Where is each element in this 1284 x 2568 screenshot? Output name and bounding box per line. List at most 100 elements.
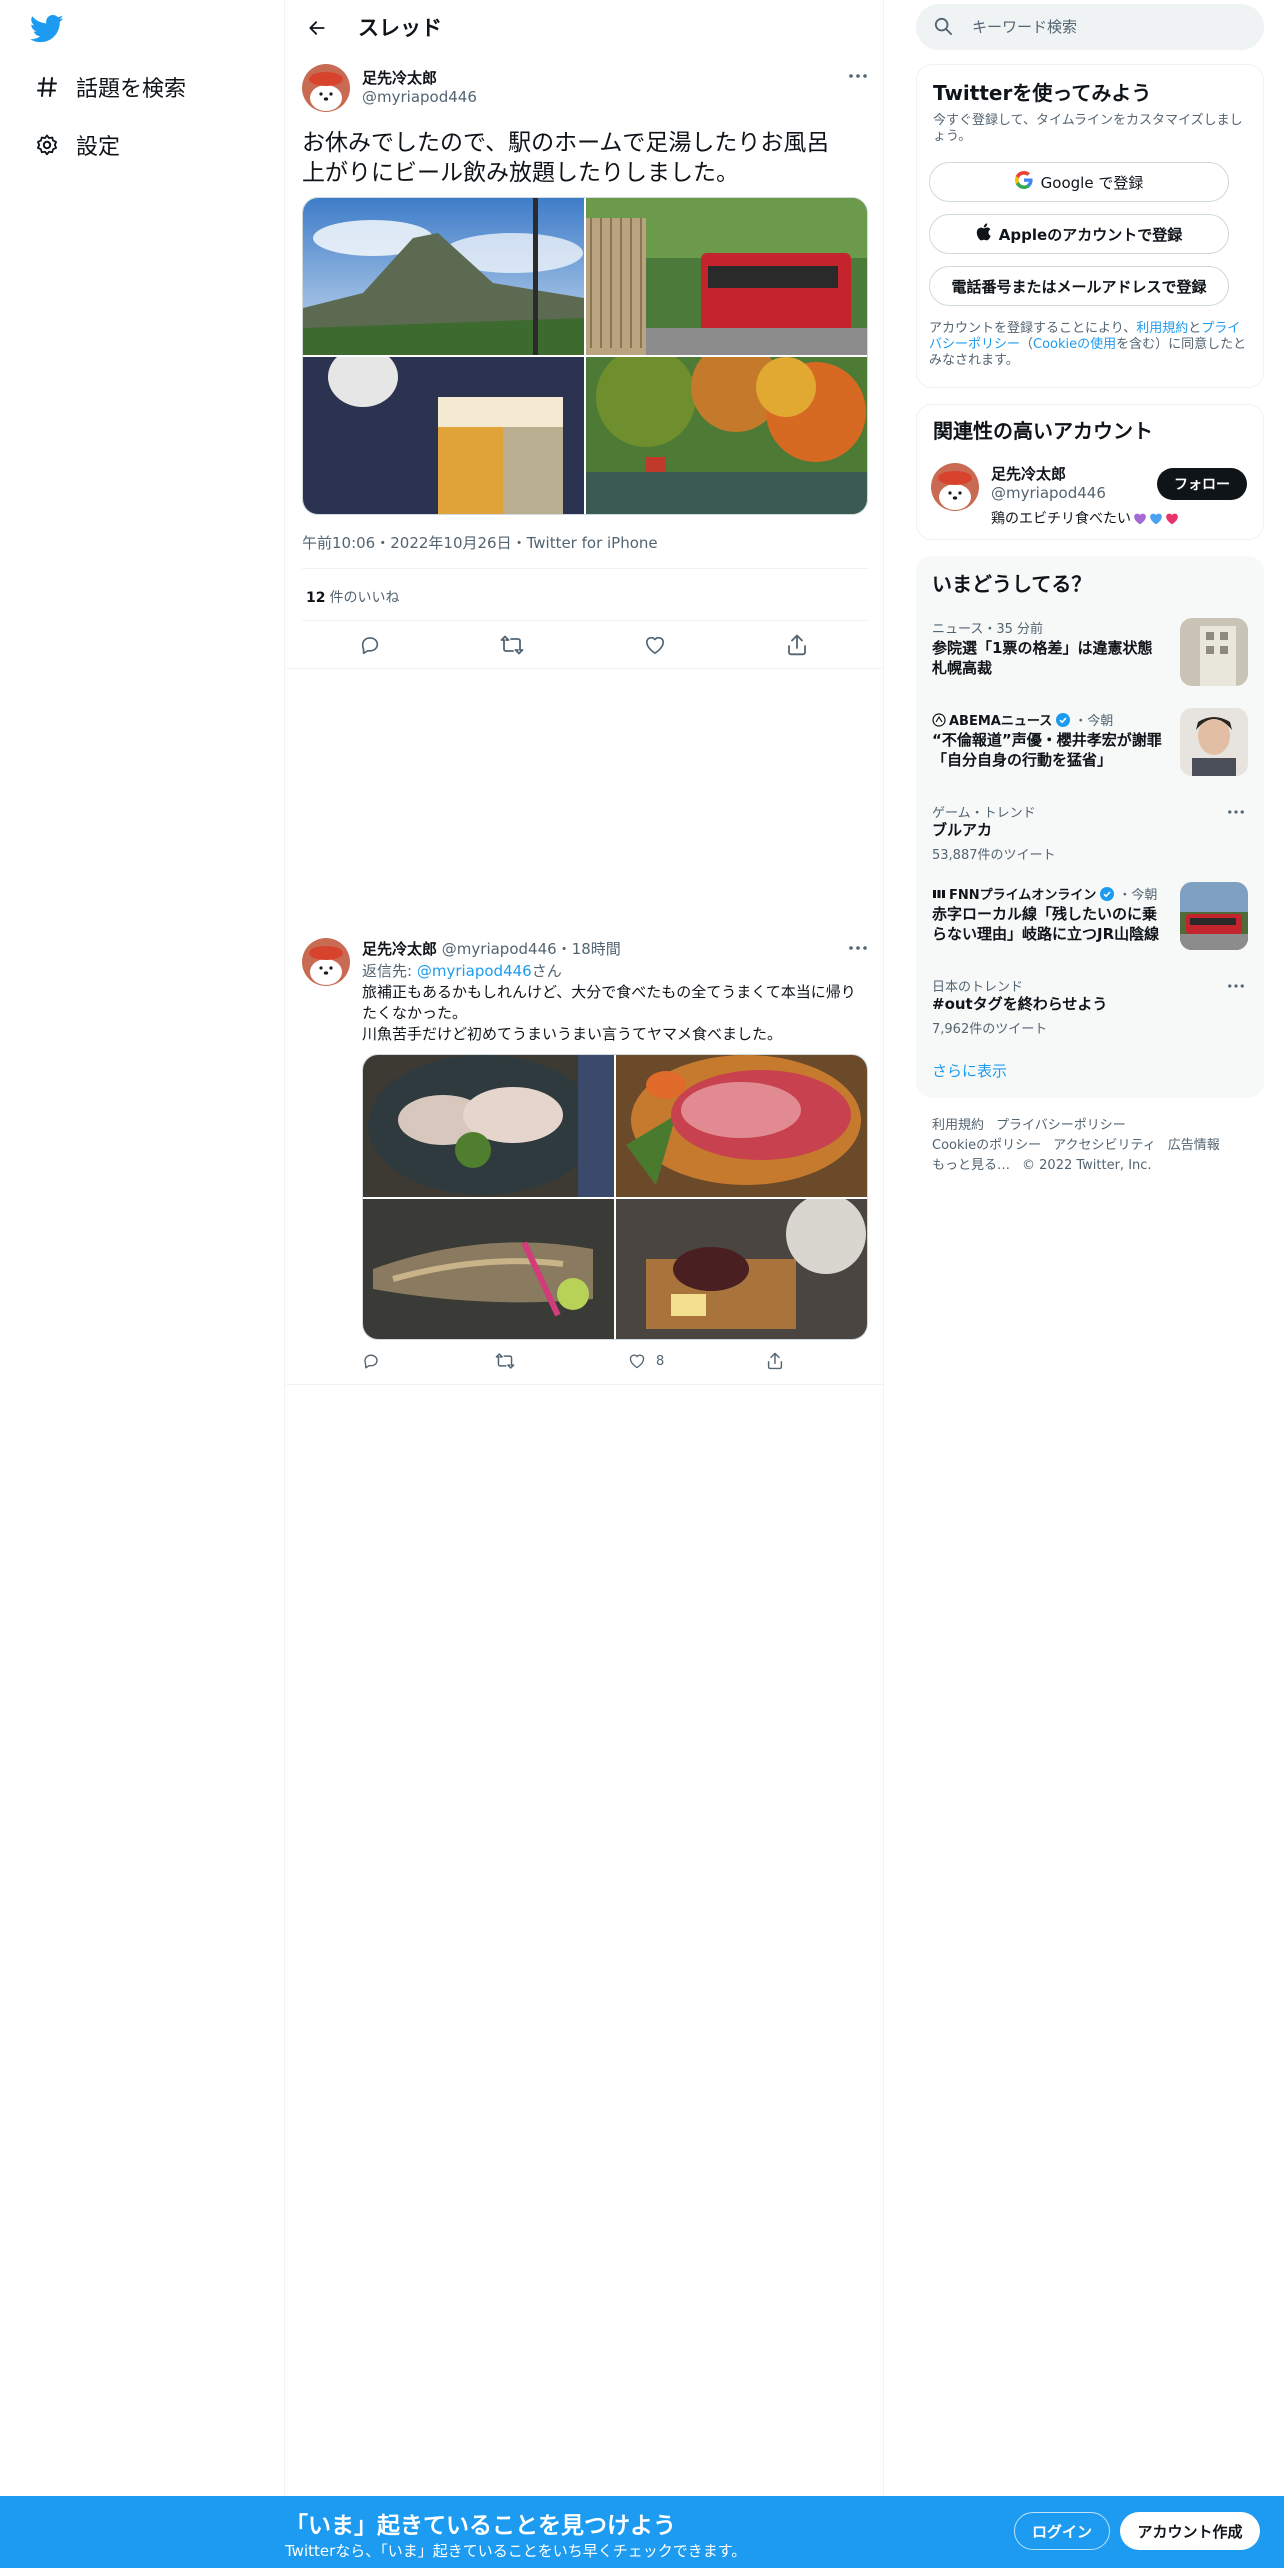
follow-button[interactable]: フォロー [1157, 468, 1247, 500]
retweet-icon[interactable] [495, 628, 529, 662]
trend-title-line: 参院選「1票の格差」は違憲状態 [932, 639, 1153, 657]
grilled-fish-photo[interactable] [363, 1199, 614, 1339]
trend-source: ABEMAニュース [949, 714, 1053, 729]
footer-link[interactable]: 利用規約 [932, 1118, 984, 1133]
share-icon[interactable] [780, 628, 814, 662]
reply-time: ・18時間 [556, 940, 621, 958]
reply-button[interactable] [362, 1349, 390, 1373]
related-account-name[interactable]: 足先冷太郎 [991, 463, 1066, 484]
trend-thumbnail [1180, 708, 1248, 776]
like-icon[interactable] [638, 628, 672, 662]
apple-icon [976, 223, 991, 245]
like-button[interactable]: 8 [628, 1349, 664, 1373]
reply-text-line: 川魚苦手だけど初めてうまいうまい言うてヤマメ食べました。 [362, 1025, 783, 1043]
trends-card-title: いまどうしてる？ [932, 572, 1092, 596]
reply-author-line[interactable]: 足先冷太郎 @myriapod446・18時間 [362, 938, 621, 959]
back-arrow-icon[interactable] [300, 11, 334, 45]
retweet-icon [495, 1353, 515, 1369]
reply-suffix: さん [531, 962, 562, 980]
search-box[interactable] [916, 4, 1264, 50]
author-name[interactable]: 足先冷太郎 [362, 67, 437, 88]
google-icon [1014, 171, 1033, 193]
trend-title: 参院選「1票の格差」は違憲状態 札幌高裁 [932, 638, 1152, 678]
legal-open: （ [1020, 337, 1034, 352]
reply-text-line: 旅補正もあるかもしれんけど、大分で食べたもの全てうまくて本当に帰り [362, 983, 856, 1001]
more-options-icon[interactable] [844, 66, 872, 86]
search-input[interactable] [972, 4, 1252, 50]
phone-signup-label: 電話番号またはメールアドレスで登録 [951, 277, 1207, 296]
raw-beef-photo[interactable] [616, 1055, 867, 1197]
apple-signup-button[interactable]: Appleのアカウントで登録 [929, 214, 1229, 254]
more-options-icon[interactable] [1222, 802, 1250, 822]
like-icon [629, 1354, 645, 1369]
verified-badge-icon [1056, 712, 1071, 727]
footer-link[interactable]: プライバシーポリシー [996, 1118, 1126, 1133]
nav-explore[interactable]: 話題を検索 [30, 65, 186, 109]
google-signup-button[interactable]: Google で登録 [929, 162, 1229, 202]
bio-text: 鶏のエビチリ食べたい [991, 511, 1131, 527]
footer-links: 利用規約 プライバシーポリシー Cookieのポリシー アクセシビリティ 広告情報 も… [932, 1116, 1252, 1176]
trend-time: ・今朝 [1118, 888, 1158, 903]
author-handle: @myriapod446 [441, 940, 557, 958]
footer-link[interactable]: 広告情報 [1168, 1138, 1220, 1153]
blue-heart-icon [1150, 513, 1162, 524]
nav-settings-label: 設定 [76, 135, 121, 160]
toast-dessert-photo[interactable] [616, 1199, 867, 1339]
sashimi-photo[interactable] [363, 1055, 614, 1197]
nav-settings[interactable]: 設定 [30, 123, 120, 167]
author-handle[interactable]: @myriapod446 [362, 88, 477, 106]
legal-and: と [1188, 321, 1202, 336]
trend-meta: ABEMAニュース ・今朝 [932, 710, 1113, 729]
tweet-timestamp[interactable]: 午前10:06・2022年10月26日・Twitter for iPhone [302, 532, 658, 553]
trend-title-line: “不倫報道”声優・櫻井孝宏が謝罪 [932, 731, 1162, 749]
signup-card-title: Twitterを使ってみよう [933, 81, 1152, 105]
reply-icon[interactable] [353, 628, 387, 662]
left-navigation: 話題を検索 設定 [0, 0, 285, 2496]
show-more-link[interactable]: さらに表示 [932, 1060, 1007, 1081]
signup-card: Twitterを使ってみよう 今すぐ登録して、タイムラインをカスタマイズしましょ… [916, 64, 1264, 388]
tweet-text-line: 上がりにビール飲み放題したりしました。 [302, 160, 739, 186]
footer-link[interactable]: アクセシビリティ [1053, 1138, 1156, 1153]
trend-title: “不倫報道”声優・櫻井孝宏が謝罪 「自分自身の行動を猛省」 [932, 730, 1162, 770]
retweet-button[interactable] [495, 1349, 525, 1373]
divider [286, 668, 884, 669]
nav-explore-label: 話題を検索 [76, 77, 187, 102]
trend-title-line: 赤字ローカル線「残したいのに乗 [932, 905, 1158, 923]
copyright: © 2022 Twitter, Inc. [1022, 1158, 1152, 1173]
divider [286, 1384, 884, 1385]
footer-more-link[interactable]: もっと見る… [932, 1158, 1010, 1173]
trend-title-line: 札幌高裁 [932, 659, 993, 677]
cookie-link[interactable]: Cookieの使用 [1033, 337, 1116, 352]
trend-time: ・今朝 [1074, 714, 1114, 729]
main-column: スレッド 足先冷太郎 @myriapod446 お休みでしたので、駅のホームで足… [286, 0, 884, 2496]
trend-title: 赤字ローカル線「残したいのに乗 らない理由」岐路に立つJR山陰線 [932, 904, 1159, 944]
reply-prefix: 返信先: [362, 962, 417, 980]
trend-count: 7,962件のツイート [932, 1022, 1048, 1037]
share-button[interactable] [767, 1349, 793, 1373]
related-accounts-card: 関連性の高いアカウント 足先冷太郎 @myriapod446 フォロー 鶏のエビ… [916, 404, 1264, 540]
thread-header: スレッド [286, 0, 884, 54]
likes-count[interactable]: 12 件のいいね [306, 587, 399, 607]
bottom-signup-bar: 「いま」起きていることを見つけよう Twitterなら、「いま」起きていることを… [0, 2496, 1284, 2568]
footer-link[interactable]: Cookieのポリシー [932, 1138, 1041, 1153]
autumn-pond-photo[interactable] [586, 357, 867, 514]
avatar[interactable] [302, 938, 350, 986]
phone-email-signup-button[interactable]: 電話番号またはメールアドレスで登録 [929, 266, 1229, 306]
trend-meta: ゲーム・トレンド [932, 806, 1036, 821]
more-options-icon[interactable] [844, 938, 872, 958]
login-button[interactable]: ログイン [1014, 2512, 1110, 2550]
beer-glass-photo[interactable] [303, 357, 584, 514]
avatar[interactable] [931, 463, 979, 511]
related-account-handle[interactable]: @myriapod446 [991, 484, 1106, 502]
create-account-button[interactable]: アカウント作成 [1120, 2512, 1260, 2550]
red-train-photo[interactable] [586, 198, 867, 355]
avatar[interactable] [302, 64, 350, 112]
reply-mention-link[interactable]: @myriapod446 [417, 962, 532, 980]
trend-title-line: らない理由」岐路に立つJR山陰線 [932, 925, 1160, 943]
terms-link[interactable]: 利用規約 [1136, 321, 1188, 336]
page-title: スレッド [358, 16, 442, 40]
more-options-icon[interactable] [1222, 976, 1250, 996]
mountain-photo[interactable] [303, 198, 584, 355]
trend-meta: FNNプライムオンライン ・今朝 [932, 884, 1157, 903]
twitter-bird-icon[interactable] [29, 14, 64, 44]
